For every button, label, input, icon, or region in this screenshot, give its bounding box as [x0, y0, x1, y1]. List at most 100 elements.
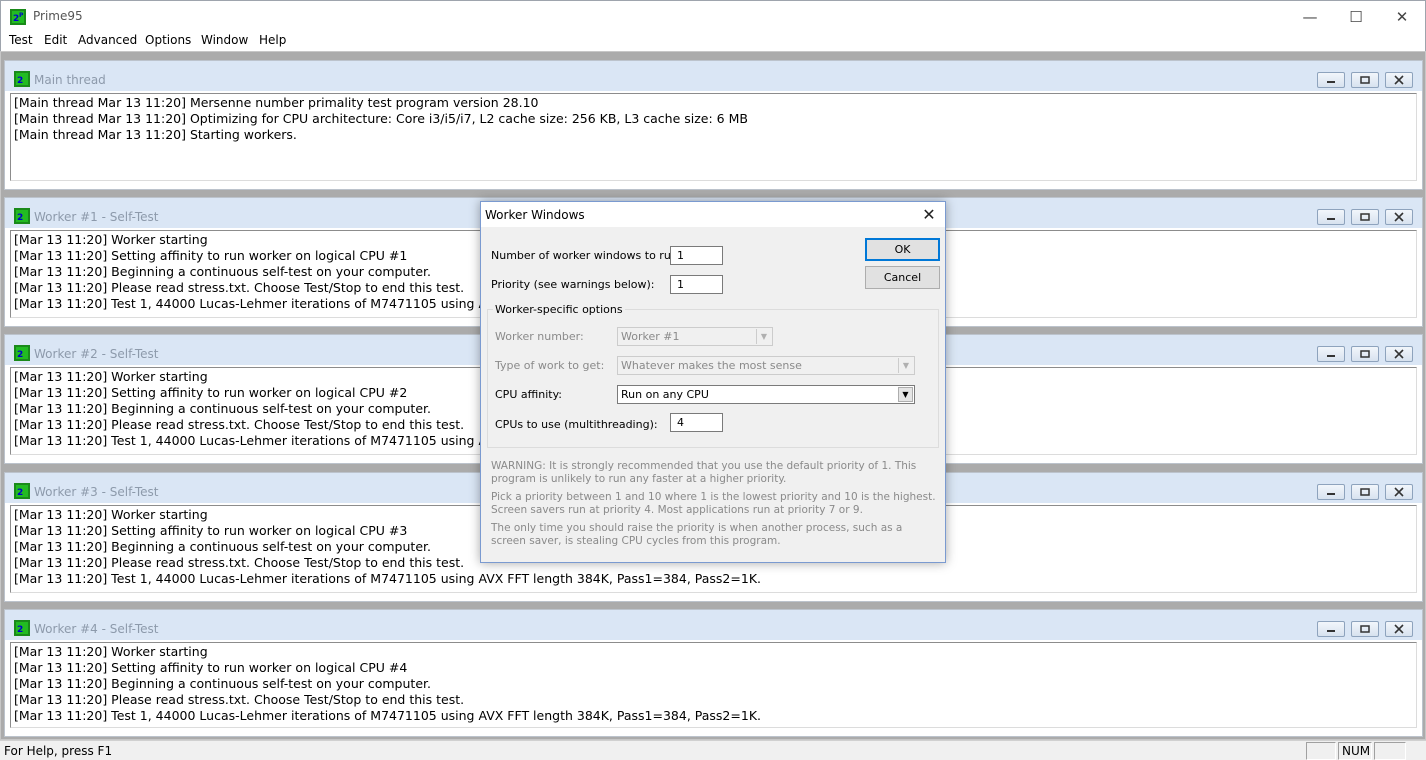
svg-text:2: 2	[17, 350, 23, 360]
cpus-to-use-input[interactable]: 4	[670, 413, 723, 432]
minimize-icon	[1327, 630, 1335, 632]
child-minimize-button[interactable]	[1317, 484, 1345, 500]
child-close-button[interactable]	[1385, 209, 1413, 225]
log-line: [Mar 13 11:20] Test 1, 44000 Lucas-Lehme…	[14, 708, 761, 723]
minimize-button[interactable]: —	[1287, 1, 1333, 32]
log-line: [Mar 13 11:20] Please read stress.txt. C…	[14, 692, 465, 707]
child-close-button[interactable]	[1385, 621, 1413, 637]
minimize-icon	[1327, 81, 1335, 83]
chevron-down-icon: ▼	[756, 329, 771, 344]
num-workers-input[interactable]: 1	[670, 246, 723, 265]
child-restore-button[interactable]	[1351, 209, 1379, 225]
close-button[interactable]: ✕	[1379, 1, 1425, 32]
child-window-main-thread[interactable]: 2 Main thread [Main thread Mar 13 11:20]…	[4, 60, 1423, 190]
close-icon	[1394, 624, 1404, 634]
minimize-icon	[1327, 355, 1335, 357]
minimize-icon	[1327, 493, 1335, 495]
dialog-close-button[interactable]: ✕	[913, 202, 945, 227]
status-help-text: For Help, press F1	[4, 744, 113, 758]
worker-options-group-label: Worker-specific options	[493, 303, 625, 316]
ok-button[interactable]: OK	[865, 238, 940, 261]
prime95-app-icon: 2 P	[10, 9, 26, 25]
menu-advanced[interactable]: Advanced	[78, 33, 137, 47]
restore-icon	[1360, 213, 1370, 221]
close-icon	[1394, 212, 1404, 222]
priority-label: Priority (see warnings below):	[491, 278, 655, 291]
close-icon: ✕	[922, 205, 936, 224]
child-close-button[interactable]	[1385, 72, 1413, 88]
status-num-indicator: NUM	[1338, 742, 1372, 760]
cpus-to-use-label: CPUs to use (multithreading):	[495, 418, 658, 431]
child-restore-button[interactable]	[1351, 346, 1379, 362]
prime95-window: 2 P Prime95 — ☐ ✕ Test Edit Advanced Opt…	[0, 0, 1426, 760]
cpu-affinity-select[interactable]: Run on any CPU ▼	[617, 385, 915, 404]
svg-text:2: 2	[17, 488, 23, 498]
menu-window[interactable]: Window	[201, 33, 248, 47]
prime95-child-icon: 2	[14, 208, 30, 224]
log-line: [Main thread Mar 13 11:20] Optimizing fo…	[14, 111, 748, 126]
dialog-title-bar[interactable]: Worker Windows ✕	[481, 202, 945, 227]
worker-number-value: Worker #1	[621, 330, 680, 343]
status-pane-scroll	[1374, 742, 1406, 760]
prime95-child-icon: 2	[14, 345, 30, 361]
work-type-label: Type of work to get:	[495, 359, 605, 372]
chevron-down-icon: ▼	[898, 358, 913, 373]
restore-icon	[1360, 625, 1370, 633]
restore-icon	[1360, 350, 1370, 358]
log-line: [Mar 13 11:20] Setting affinity to run w…	[14, 660, 408, 675]
restore-icon	[1360, 488, 1370, 496]
worker-number-label: Worker number:	[495, 330, 584, 343]
log-output[interactable]: [Main thread Mar 13 11:20] Mersenne numb…	[10, 93, 1417, 181]
child-title-bar[interactable]: 2 Worker #4 - Self-Test	[5, 610, 1422, 640]
minimize-icon	[1327, 218, 1335, 220]
child-restore-button[interactable]	[1351, 484, 1379, 500]
status-pane-caps	[1306, 742, 1336, 760]
child-minimize-button[interactable]	[1317, 346, 1345, 362]
warning-text-2: Pick a priority between 1 and 10 where 1…	[491, 491, 936, 516]
warning-text-3: The only time you should raise the prior…	[491, 522, 903, 547]
menu-bar: Test Edit Advanced Options Window Help	[0, 31, 1426, 51]
log-line: [Mar 13 11:20] Test 1, 44000 Lucas-Lehme…	[14, 571, 761, 586]
child-minimize-button[interactable]	[1317, 621, 1345, 637]
menu-test[interactable]: Test	[9, 33, 33, 47]
priority-input[interactable]: 1	[670, 275, 723, 294]
prime95-child-icon: 2	[14, 620, 30, 636]
prime95-child-icon: 2	[14, 483, 30, 499]
child-close-button[interactable]	[1385, 346, 1413, 362]
close-icon	[1394, 487, 1404, 497]
svg-text:P: P	[19, 12, 24, 19]
log-line: [Mar 13 11:20] Worker starting	[14, 644, 208, 659]
chevron-down-icon[interactable]: ▼	[898, 387, 913, 402]
child-title: Worker #1 - Self-Test	[34, 210, 159, 224]
worker-windows-dialog: Worker Windows ✕ Number of worker window…	[480, 201, 946, 563]
work-type-value: Whatever makes the most sense	[621, 359, 802, 372]
log-output[interactable]: [Mar 13 11:20] Worker starting [Mar 13 1…	[10, 642, 1417, 728]
menu-options[interactable]: Options	[145, 33, 191, 47]
num-workers-label: Number of worker windows to run:	[491, 249, 682, 262]
warning-text-1: WARNING: It is strongly recommended that…	[491, 460, 917, 485]
svg-text:2: 2	[17, 76, 23, 86]
close-icon	[1394, 349, 1404, 359]
log-line: [Mar 13 11:20] Beginning a continuous se…	[14, 676, 431, 691]
menu-edit[interactable]: Edit	[44, 33, 67, 47]
dialog-title: Worker Windows	[485, 208, 585, 222]
child-window-worker-4[interactable]: 2 Worker #4 - Self-Test [Mar 13 11:20] W…	[4, 609, 1423, 737]
child-minimize-button[interactable]	[1317, 209, 1345, 225]
child-title: Worker #3 - Self-Test	[34, 485, 159, 499]
menu-help[interactable]: Help	[259, 33, 286, 47]
child-close-button[interactable]	[1385, 484, 1413, 500]
log-line: [Main thread Mar 13 11:20] Mersenne numb…	[14, 95, 539, 110]
cancel-button[interactable]: Cancel	[865, 266, 940, 289]
child-restore-button[interactable]	[1351, 621, 1379, 637]
svg-text:2: 2	[17, 213, 23, 223]
child-title-bar[interactable]: 2 Main thread	[5, 61, 1422, 91]
svg-text:2: 2	[17, 625, 23, 635]
child-minimize-button[interactable]	[1317, 72, 1345, 88]
work-type-select: Whatever makes the most sense ▼	[617, 356, 915, 375]
close-icon	[1394, 75, 1404, 85]
child-title: Worker #4 - Self-Test	[34, 622, 159, 636]
window-title: Prime95	[33, 9, 83, 23]
child-restore-button[interactable]	[1351, 72, 1379, 88]
worker-number-select: Worker #1 ▼	[617, 327, 773, 346]
maximize-button[interactable]: ☐	[1333, 1, 1379, 32]
